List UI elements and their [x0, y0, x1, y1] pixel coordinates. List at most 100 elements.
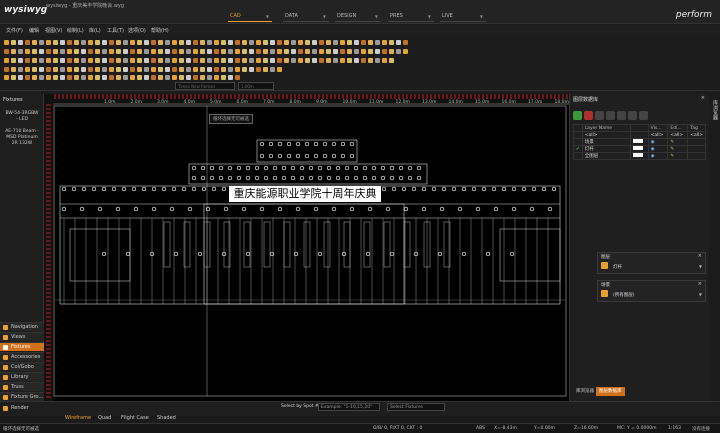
toolbar-tool-icon[interactable]	[172, 39, 177, 45]
toolbar-tool-icon[interactable]	[151, 57, 156, 63]
toolbar-tool-icon[interactable]	[95, 66, 100, 72]
toolbar-tool-icon[interactable]	[312, 48, 317, 54]
layer-name[interactable]: 灯杆	[581, 145, 632, 153]
toolbar-tool-icon[interactable]	[165, 57, 170, 63]
nav-navigation[interactable]: Navigation	[0, 322, 44, 331]
toolbar-tool-icon[interactable]	[186, 57, 191, 63]
toolbar-tool-icon[interactable]	[305, 57, 310, 63]
toolbar-tool-icon[interactable]	[319, 57, 324, 63]
eye-icon[interactable]: ◉	[651, 147, 655, 152]
add-layer-icon[interactable]	[573, 111, 582, 120]
toolbar-tool-icon[interactable]	[25, 57, 30, 63]
toolbar-tool-icon[interactable]	[235, 66, 240, 72]
toolbar-tool-icon[interactable]	[375, 48, 380, 54]
toolbar-tool-icon[interactable]	[74, 39, 79, 45]
toolbar-tool-icon[interactable]	[263, 39, 268, 45]
toolbar-tool-icon[interactable]	[172, 66, 177, 72]
toolbar-tool-icon[interactable]	[200, 48, 205, 54]
toolbar-tool-icon[interactable]	[32, 66, 37, 72]
toolbar-tool-icon[interactable]	[88, 57, 93, 63]
toolbar-tool-icon[interactable]	[116, 48, 121, 54]
toolbar-tool-icon[interactable]	[81, 57, 86, 63]
toolbar-tool-icon[interactable]	[53, 74, 58, 80]
menu-options[interactable]: 选项(O)	[128, 27, 146, 34]
mode-tab-cad[interactable]: CAD ▼	[228, 13, 272, 22]
toolbar-tool-icon[interactable]	[172, 48, 177, 54]
toolbar-tool-icon[interactable]	[305, 39, 310, 45]
toolbar-tool-icon[interactable]	[361, 48, 366, 54]
toolbar-tool-icon[interactable]	[109, 66, 114, 72]
toolbar-tool-icon[interactable]	[18, 74, 23, 80]
toolbar-tool-icon[interactable]	[207, 74, 212, 80]
toolbar-tool-icon[interactable]	[221, 74, 226, 80]
toolbar-tool-icon[interactable]	[179, 48, 184, 54]
toolbar-tool-icon[interactable]	[102, 48, 107, 54]
toolbar-tool-icon[interactable]	[179, 74, 184, 80]
toolbar-tool-icon[interactable]	[277, 48, 282, 54]
toolbar-tool-icon[interactable]	[221, 57, 226, 63]
toolbar-tool-icon[interactable]	[396, 39, 401, 45]
toolbar-tool-icon[interactable]	[39, 66, 44, 72]
toolbar-tool-icon[interactable]	[46, 74, 51, 80]
toolbar-tool-icon[interactable]	[158, 66, 163, 72]
fixture-item-beam[interactable]: AE-710 Beam - MSD Platinum 2R 132W	[0, 129, 44, 147]
toolbar-tool-icon[interactable]	[368, 48, 373, 54]
toolbar-tool-icon[interactable]	[165, 39, 170, 45]
toolbar-tool-icon[interactable]	[116, 66, 121, 72]
toolbar-tool-icon[interactable]	[256, 48, 261, 54]
toolbar-tool-icon[interactable]	[235, 48, 240, 54]
nav-accessories[interactable]: Accessories	[0, 352, 44, 361]
toolbar-tool-icon[interactable]	[298, 57, 303, 63]
toolbar-tool-icon[interactable]	[46, 39, 51, 45]
table-row[interactable]: ✔ 灯杆 ◉ ✎	[573, 145, 706, 153]
menu-file[interactable]: 文件(F)	[6, 27, 23, 34]
toolbar-tool-icon[interactable]	[25, 74, 30, 80]
toolbar-tool-icon[interactable]	[214, 39, 219, 45]
toolbar-tool-icon[interactable]	[326, 57, 331, 63]
toolbar-tool-icon[interactable]	[221, 66, 226, 72]
pencil-icon[interactable]: ✎	[670, 154, 674, 159]
toolbar-tool-icon[interactable]	[25, 48, 30, 54]
toolbar-tool-icon[interactable]	[102, 74, 107, 80]
toolbar-tool-icon[interactable]	[46, 48, 51, 54]
toolbar-tool-icon[interactable]	[151, 48, 156, 54]
toolbar-tool-icon[interactable]	[4, 74, 9, 80]
toolbar-tool-icon[interactable]	[60, 48, 65, 54]
toolbar-tool-icon[interactable]	[242, 66, 247, 72]
table-row[interactable]: 场景 ◉ ✎	[573, 138, 706, 146]
toolbar-tool-icon[interactable]	[214, 74, 219, 80]
toolbar-tool-icon[interactable]	[326, 48, 331, 54]
nav-colgobo[interactable]: Col/Gobo	[0, 362, 44, 371]
stage-drawing[interactable]: 1.0m 2.0m 3.0m 4.0m 5.0m 6.0m 7.0m 8.0m 9.0m 10.0…	[44, 94, 569, 401]
toolbar-tool-icon[interactable]	[81, 74, 86, 80]
edit-filter[interactable]: <all>	[667, 131, 689, 139]
toolbar-tool-icon[interactable]	[151, 39, 156, 45]
toolbar-tool-icon[interactable]	[270, 39, 275, 45]
toolbar-tool-icon[interactable]	[39, 39, 44, 45]
toolbar-tool-icon[interactable]	[123, 66, 128, 72]
tab-flight-case[interactable]: Flight Case	[121, 415, 149, 421]
toolbar-tool-icon[interactable]	[179, 57, 184, 63]
toolbar-tool-icon[interactable]	[179, 39, 184, 45]
toolbar-tool-icon[interactable]	[284, 39, 289, 45]
toolbar-tool-icon[interactable]	[333, 48, 338, 54]
toolbar-tool-icon[interactable]	[305, 48, 310, 54]
toolbar-tool-icon[interactable]	[53, 39, 58, 45]
toolbar-tool-icon[interactable]	[242, 48, 247, 54]
fixture-item-led[interactable]: BW-54-3RGBW - LED	[0, 111, 44, 123]
toolbar-tool-icon[interactable]	[389, 39, 394, 45]
toolbar-tool-icon[interactable]	[95, 48, 100, 54]
toolbar-tool-icon[interactable]	[298, 48, 303, 54]
toolbar-tool-icon[interactable]	[74, 57, 79, 63]
toolbar-tool-icon[interactable]	[102, 39, 107, 45]
toolbar-tool-icon[interactable]	[109, 74, 114, 80]
nav-fixtures[interactable]: Fixtures	[0, 342, 44, 351]
toolbar-tool-icon[interactable]	[312, 57, 317, 63]
toolbar-tool-icon[interactable]	[291, 57, 296, 63]
toolbar-tool-icon[interactable]	[172, 57, 177, 63]
name-filter[interactable]: <all>	[581, 131, 632, 139]
toolbar-tool-icon[interactable]	[228, 39, 233, 45]
toolbar-tool-icon[interactable]	[67, 57, 72, 63]
toolbar-tool-icon[interactable]	[319, 39, 324, 45]
font-select[interactable]: Times New Roman	[175, 82, 235, 90]
